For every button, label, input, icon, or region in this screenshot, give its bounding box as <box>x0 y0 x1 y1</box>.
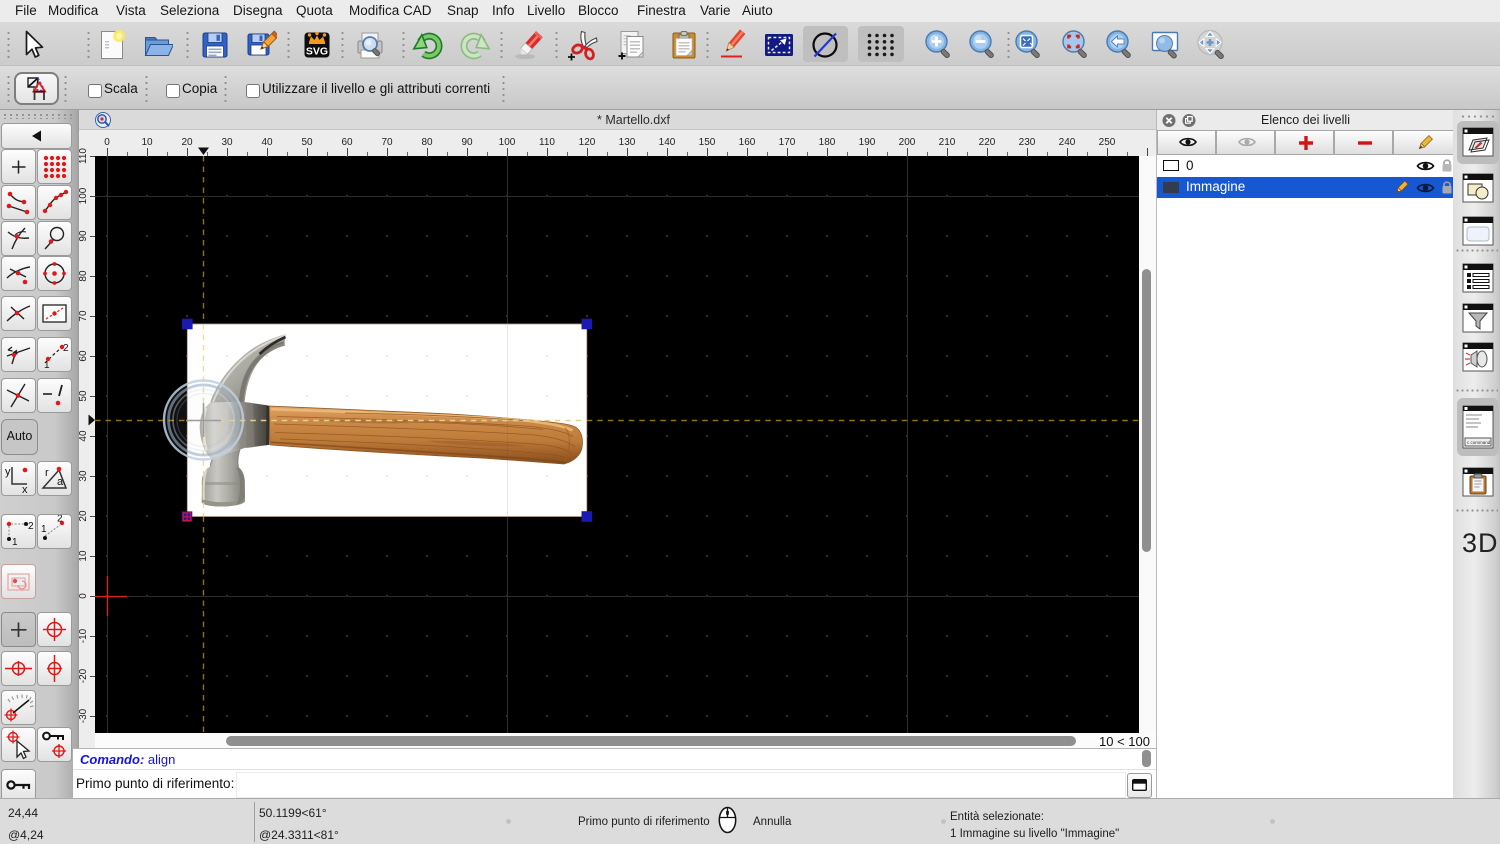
svg-text:2: 2 <box>28 521 34 532</box>
svg-text:30: 30 <box>221 137 233 148</box>
svg-text:60: 60 <box>341 137 353 148</box>
svg-text:2: 2 <box>57 515 63 525</box>
svg-text:130: 130 <box>619 137 636 148</box>
svg-text:30: 30 <box>79 470 89 482</box>
svg-text:1: 1 <box>44 360 50 371</box>
svg-text:160: 160 <box>739 137 756 148</box>
svg-text:c command: c command <box>1467 440 1491 445</box>
svg-text:60: 60 <box>79 350 89 362</box>
svg-text:SVG: SVG <box>306 46 328 58</box>
svg-text:80: 80 <box>79 270 89 282</box>
svg-text:0: 0 <box>104 137 110 148</box>
svg-text:0: 0 <box>79 593 89 599</box>
svg-text:x: x <box>22 484 28 495</box>
svg-text:180: 180 <box>819 137 836 148</box>
svg-text:230: 230 <box>1019 137 1036 148</box>
svg-text:10: 10 <box>79 550 89 562</box>
svg-text:-30: -30 <box>79 708 89 723</box>
svg-text:100: 100 <box>499 137 516 148</box>
svg-text:110: 110 <box>79 148 89 164</box>
svg-text:10: 10 <box>141 137 153 148</box>
svg-text:150: 150 <box>699 137 716 148</box>
svg-text:70: 70 <box>79 310 89 322</box>
svg-text:-10: -10 <box>79 628 89 643</box>
svg-text:70: 70 <box>381 137 393 148</box>
svg-text:90: 90 <box>461 137 473 148</box>
svg-text:20: 20 <box>181 137 193 148</box>
svg-text:-20: -20 <box>79 668 89 683</box>
svg-text:90: 90 <box>79 230 89 242</box>
svg-text:40: 40 <box>261 137 273 148</box>
svg-text:a: a <box>57 476 64 488</box>
svg-text:220: 220 <box>979 137 996 148</box>
svg-text:1: 1 <box>12 537 18 548</box>
svg-text:140: 140 <box>659 137 676 148</box>
svg-text:100: 100 <box>79 187 89 204</box>
svg-text:120: 120 <box>579 137 596 148</box>
svg-text:1: 1 <box>41 524 47 535</box>
svg-text:240: 240 <box>1059 137 1076 148</box>
svg-text:210: 210 <box>939 137 956 148</box>
svg-text:20: 20 <box>79 510 89 522</box>
svg-text:40: 40 <box>79 430 89 442</box>
svg-text:r: r <box>45 467 49 479</box>
svg-text:2: 2 <box>63 343 69 354</box>
svg-text:170: 170 <box>779 137 796 148</box>
svg-text:y: y <box>5 466 11 478</box>
svg-text:80: 80 <box>421 137 433 148</box>
svg-text:50: 50 <box>79 390 89 402</box>
svg-text:50: 50 <box>301 137 313 148</box>
svg-text:200: 200 <box>899 137 916 148</box>
svg-text:250: 250 <box>1099 137 1116 148</box>
svg-text:190: 190 <box>859 137 876 148</box>
svg-text:110: 110 <box>539 137 555 148</box>
